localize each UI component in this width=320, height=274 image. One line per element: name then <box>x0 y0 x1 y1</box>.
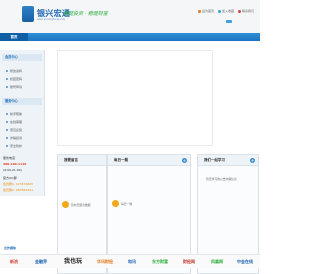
sidebar-item-appeal[interactable]: 账号申诉 <box>6 85 22 89</box>
badge-icon <box>226 20 232 23</box>
sidebar-item-find-password[interactable]: 找回密码 <box>6 77 22 81</box>
partner-logo[interactable]: 中金在线 <box>232 257 258 266</box>
site-logo-url: www.yinxinghong.com <box>37 18 66 21</box>
hotline-number: 400-100-1110 <box>3 162 27 166</box>
info-icon <box>62 201 69 208</box>
sidebar-section-member: 会员中心 <box>2 54 42 61</box>
info-icon <box>112 200 119 207</box>
phone-icon <box>237 9 241 13</box>
add-favorite-link[interactable]: 加入收藏 <box>218 9 234 13</box>
sidebar-item-feedback[interactable]: 意见反馈 <box>6 128 22 132</box>
sidebar-item-help[interactable]: 新手帮助 <box>6 112 22 116</box>
daily-question-title: 每日一题 <box>108 155 190 166</box>
contact-us-link[interactable]: 联系我们 <box>237 9 254 13</box>
top-links: 设为首页 加入收藏 联系我们 <box>195 9 254 13</box>
qq-group-2[interactable]: 会员群2: 987654321 <box>3 188 33 192</box>
home-icon <box>198 9 202 13</box>
hotline-label: 服务电话 <box>3 156 16 160</box>
nav-home-tab[interactable]: 首页 <box>0 33 28 41</box>
site-header: 银兴宏通 www.yinxinghong.com 稳健投资 · 稳健财富 设为首… <box>0 0 260 33</box>
partner-logo[interactable]: 新浪 <box>2 257 26 266</box>
sidebar-item-edit-profile[interactable]: 修改资料 <box>6 69 22 73</box>
partner-logos-strip: 新浪 金融界 我也玩 华讯财经 和讯 东方财富 财经网 凤凰网 中金在线 <box>0 254 260 268</box>
left-sidebar: 会员中心 修改资料 找回密码 账号申诉 服务中心 新手帮助 在线客服 意见反馈 … <box>0 50 45 196</box>
star-icon <box>218 9 221 13</box>
study-box-empty-text: 暂无学习的公告内容信息 <box>206 177 237 181</box>
site-slogan: 稳健投资 · 稳健财富 <box>63 11 108 17</box>
partner-logo[interactable]: 华讯财经 <box>92 257 118 266</box>
study-box-title: 我们一起学习 <box>198 155 258 166</box>
sidebar-item-online-service[interactable]: 在线客服 <box>6 120 22 124</box>
daily-question-text[interactable]: 每日一题 <box>121 202 132 206</box>
hotline-hours: (9:00-21:00) <box>3 168 22 172</box>
add-icon[interactable]: + <box>250 158 255 163</box>
qq-group-1[interactable]: 会员群1: 123474605 <box>3 182 33 186</box>
set-homepage-link[interactable]: 设为首页 <box>198 9 214 13</box>
sidebar-item-complaint[interactable]: 诈骗投诉 <box>6 136 22 140</box>
message-box-title: 我要留言 <box>58 155 106 166</box>
partner-logo[interactable]: 金融界 <box>28 257 54 266</box>
partner-logo[interactable]: 东方财富 <box>146 257 174 266</box>
partner-logo[interactable]: 凤凰网 <box>204 257 230 266</box>
main-content-panel <box>57 50 213 146</box>
logo-icon[interactable] <box>22 6 34 22</box>
add-icon[interactable]: + <box>182 158 187 163</box>
sidebar-section-service: 服务中心 <box>2 98 42 105</box>
main-nav: 首页 <box>0 33 260 41</box>
partner-logo[interactable]: 我也玩 <box>56 257 90 266</box>
qq-group-label: 官方QQ群 <box>3 176 17 180</box>
partner-logo[interactable]: 财经网 <box>176 257 202 266</box>
message-box-empty-text: 暂时无留言数据 <box>71 203 91 207</box>
sidebar-item-security[interactable]: 安全防护 <box>6 144 22 148</box>
partner-logo[interactable]: 和讯 <box>120 257 144 266</box>
partners-label: 合作媒体 <box>4 246 17 250</box>
